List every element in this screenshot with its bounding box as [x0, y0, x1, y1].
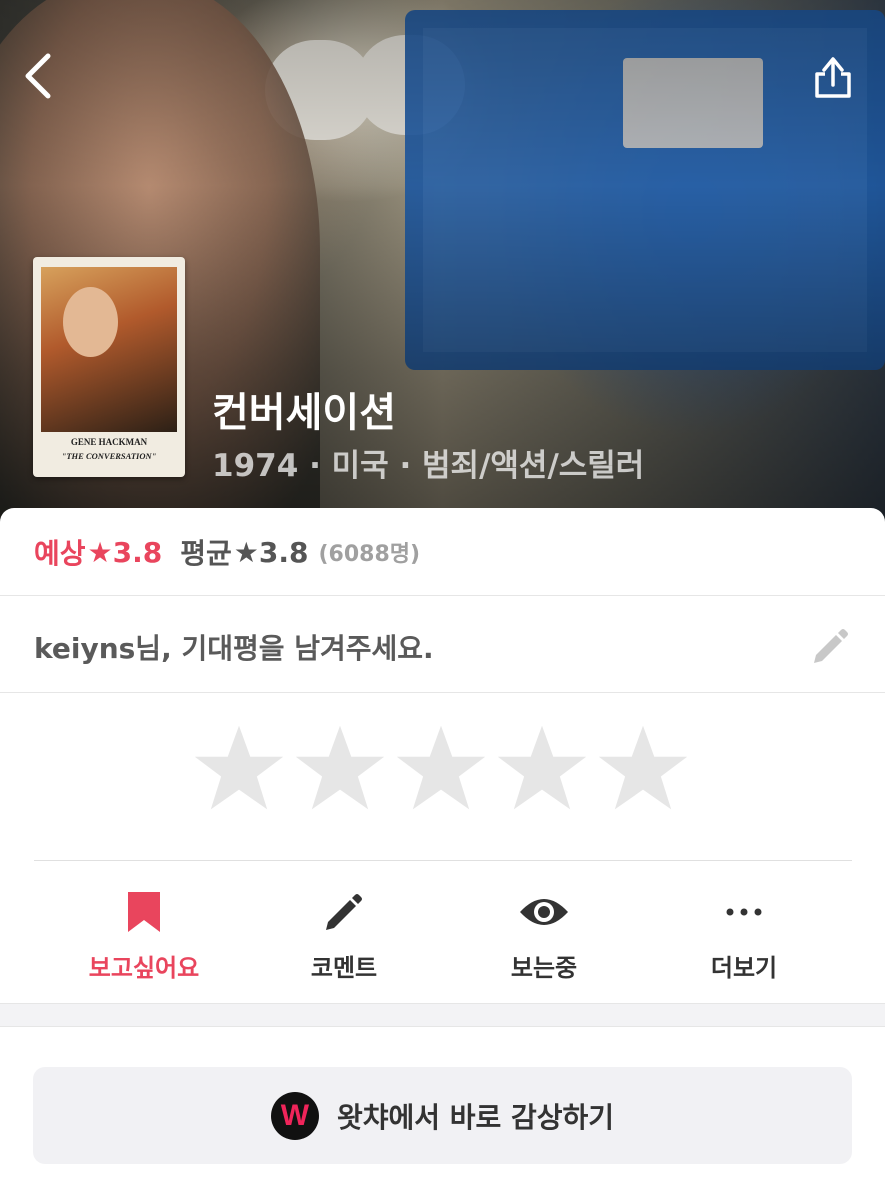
predicted-rating: 3.8: [112, 535, 163, 569]
star-icon: ★: [87, 535, 113, 569]
action-bar: 보고싶어요 코멘트 보는중 더보기: [44, 884, 844, 983]
section-separator: [0, 1004, 885, 1026]
star-icon: ★: [233, 535, 259, 569]
movie-poster: GENE HACKMAN "THE CONVERSATION": [33, 257, 185, 477]
divider: [34, 860, 852, 861]
chevron-left-icon: [25, 53, 51, 99]
star-rating-input[interactable]: [192, 722, 690, 816]
star-1[interactable]: [192, 722, 286, 816]
review-prompt-text: keiyns님, 기대평을 남겨주세요.: [34, 632, 434, 665]
star-5[interactable]: [596, 722, 690, 816]
average-rating: 3.8: [258, 535, 309, 569]
comment-button[interactable]: 코멘트: [244, 884, 444, 983]
divider: [0, 692, 885, 693]
star-3[interactable]: [394, 722, 488, 816]
more-icon: [726, 908, 762, 916]
star-2[interactable]: [293, 722, 387, 816]
predicted-label: 예상: [34, 537, 86, 570]
action-label: 보는중: [510, 954, 578, 982]
watcha-logo-icon: W: [270, 1091, 319, 1140]
share-button[interactable]: [811, 52, 855, 102]
rating-count: (6088명): [318, 542, 421, 567]
pencil-icon[interactable]: [808, 625, 852, 669]
action-label: 코멘트: [310, 954, 378, 982]
eye-icon: [520, 899, 568, 925]
watching-button[interactable]: 보는중: [444, 884, 644, 983]
poster-actor: GENE HACKMAN: [70, 437, 148, 447]
pencil-icon: [326, 894, 362, 930]
bookmark-icon: [128, 892, 160, 932]
more-button[interactable]: 더보기: [644, 884, 844, 983]
want-to-watch-button[interactable]: 보고싶어요: [44, 884, 244, 983]
action-label: 더보기: [710, 954, 778, 982]
review-prompt[interactable]: keiyns님, 기대평을 남겨주세요.: [34, 622, 852, 672]
rating-summary: 예상 ★ 3.8 평균 ★ 3.8 (6088명): [34, 530, 420, 574]
share-icon: [815, 57, 851, 98]
watch-on-watcha-button[interactable]: W 왓챠에서 바로 감상하기: [33, 1067, 852, 1164]
poster-title: "THE CONVERSATION": [61, 451, 157, 461]
star-4[interactable]: [495, 722, 589, 816]
action-label: 보고싶어요: [88, 954, 200, 982]
divider: [0, 595, 885, 596]
average-label: 평균: [180, 537, 232, 570]
watch-button-label: 왓챠에서 바로 감상하기: [336, 1100, 615, 1134]
divider: [0, 1026, 885, 1027]
back-button[interactable]: [18, 50, 68, 100]
movie-meta: 1974 · 미국 · 범죄/액션/스릴러: [212, 448, 645, 484]
movie-title: 컨버세이션: [212, 390, 396, 436]
